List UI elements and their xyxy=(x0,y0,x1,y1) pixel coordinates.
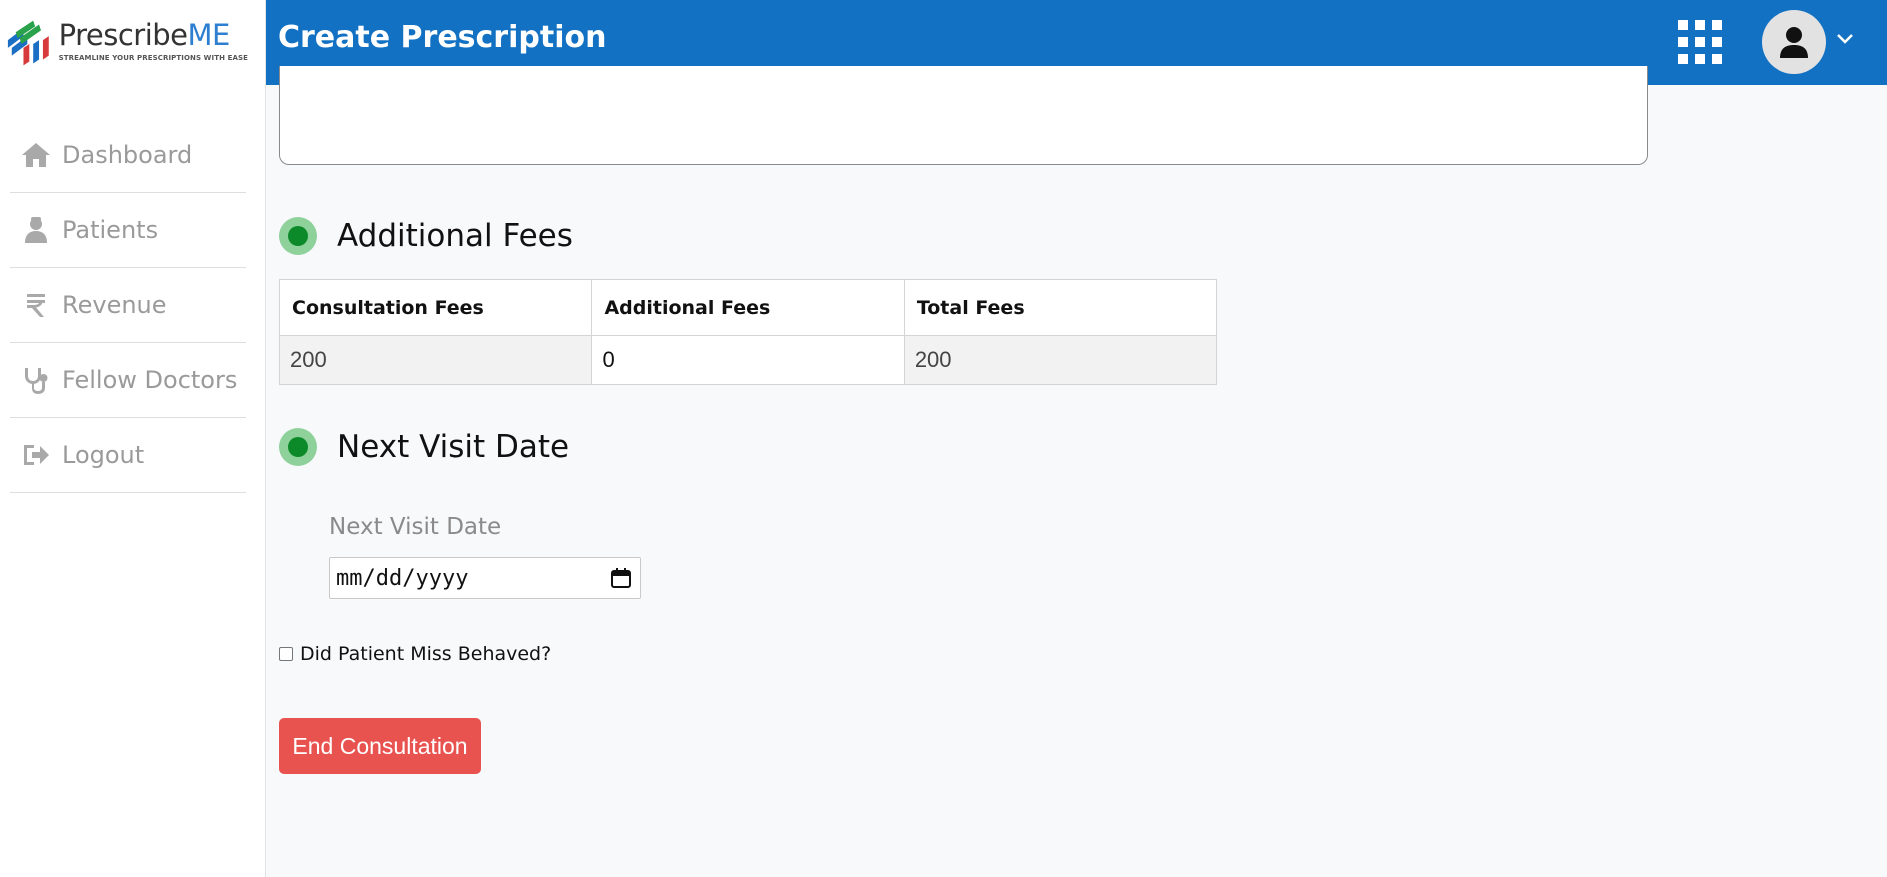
misbehaved-label: Did Patient Miss Behaved? xyxy=(300,643,552,665)
stethoscope-icon xyxy=(20,366,52,394)
misbehaved-checkbox[interactable] xyxy=(279,647,293,661)
next-visit-date-input[interactable]: mm/dd/yyyy xyxy=(329,557,641,599)
next-visit-label: Next Visit Date xyxy=(329,514,502,540)
sidebar-item-fellow-doctors[interactable]: Fellow Doctors xyxy=(10,343,246,418)
consultation-fees-cell: 200 xyxy=(278,335,593,385)
section-dot-icon xyxy=(279,217,317,255)
additional-fees-input[interactable]: 0 xyxy=(591,335,905,385)
notes-textarea[interactable] xyxy=(279,66,1648,165)
brand-name: PrescribeME xyxy=(59,20,248,50)
fees-table: Consultation Fees Additional Fees Total … xyxy=(278,279,1218,385)
sidebar-item-dashboard[interactable]: Dashboard xyxy=(10,118,246,193)
sidebar-item-label: Fellow Doctors xyxy=(62,366,238,394)
avatar[interactable] xyxy=(1762,10,1826,74)
brand-main: Prescribe xyxy=(58,18,188,52)
additional-fees-heading: Additional Fees xyxy=(279,217,573,255)
logout-icon xyxy=(20,441,52,469)
next-visit-heading: Next Visit Date xyxy=(279,428,569,466)
calendar-icon[interactable] xyxy=(610,567,632,589)
date-placeholder: mm/dd/yyyy xyxy=(336,565,469,591)
total-fees-cell: 200 xyxy=(903,335,1218,385)
sidebar-item-label: Logout xyxy=(62,441,145,469)
apps-grid-icon[interactable] xyxy=(1678,20,1722,64)
section-title: Next Visit Date xyxy=(337,429,570,465)
sidebar-nav: Dashboard Patients Revenue Fellow Doctor… xyxy=(10,118,246,493)
table-header-row: Consultation Fees Additional Fees Total … xyxy=(278,279,1218,336)
sidebar-item-label: Patients xyxy=(62,216,159,244)
table-row: 200 0 200 xyxy=(278,335,1218,385)
page-title: Create Prescription xyxy=(278,20,607,55)
sidebar-item-revenue[interactable]: Revenue xyxy=(10,268,246,343)
sidebar: PrescribeME STREAMLINE YOUR PRESCRIPTION… xyxy=(0,0,266,877)
logo-mark-icon xyxy=(7,20,49,66)
column-header: Total Fees xyxy=(903,279,1218,336)
user-icon xyxy=(1780,27,1808,58)
chevron-down-icon[interactable] xyxy=(1836,30,1854,48)
user-doctor-icon xyxy=(20,216,52,244)
column-header: Consultation Fees xyxy=(278,279,593,336)
app-logo[interactable]: PrescribeME STREAMLINE YOUR PRESCRIPTION… xyxy=(4,14,248,74)
brand-accent: ME xyxy=(187,18,231,52)
section-title: Additional Fees xyxy=(337,218,573,254)
home-icon xyxy=(20,141,52,169)
brand-tagline: STREAMLINE YOUR PRESCRIPTIONS WITH EASE xyxy=(58,54,248,62)
end-consultation-button[interactable]: End Consultation xyxy=(279,718,481,774)
column-header: Additional Fees xyxy=(591,279,905,336)
sidebar-item-label: Dashboard xyxy=(62,141,193,169)
rupee-icon xyxy=(20,291,52,319)
sidebar-item-patients[interactable]: Patients xyxy=(10,193,246,268)
misbehaved-checkbox-row[interactable]: Did Patient Miss Behaved? xyxy=(279,643,551,665)
sidebar-item-logout[interactable]: Logout xyxy=(10,418,246,493)
sidebar-item-label: Revenue xyxy=(62,291,167,319)
section-dot-icon xyxy=(279,428,317,466)
